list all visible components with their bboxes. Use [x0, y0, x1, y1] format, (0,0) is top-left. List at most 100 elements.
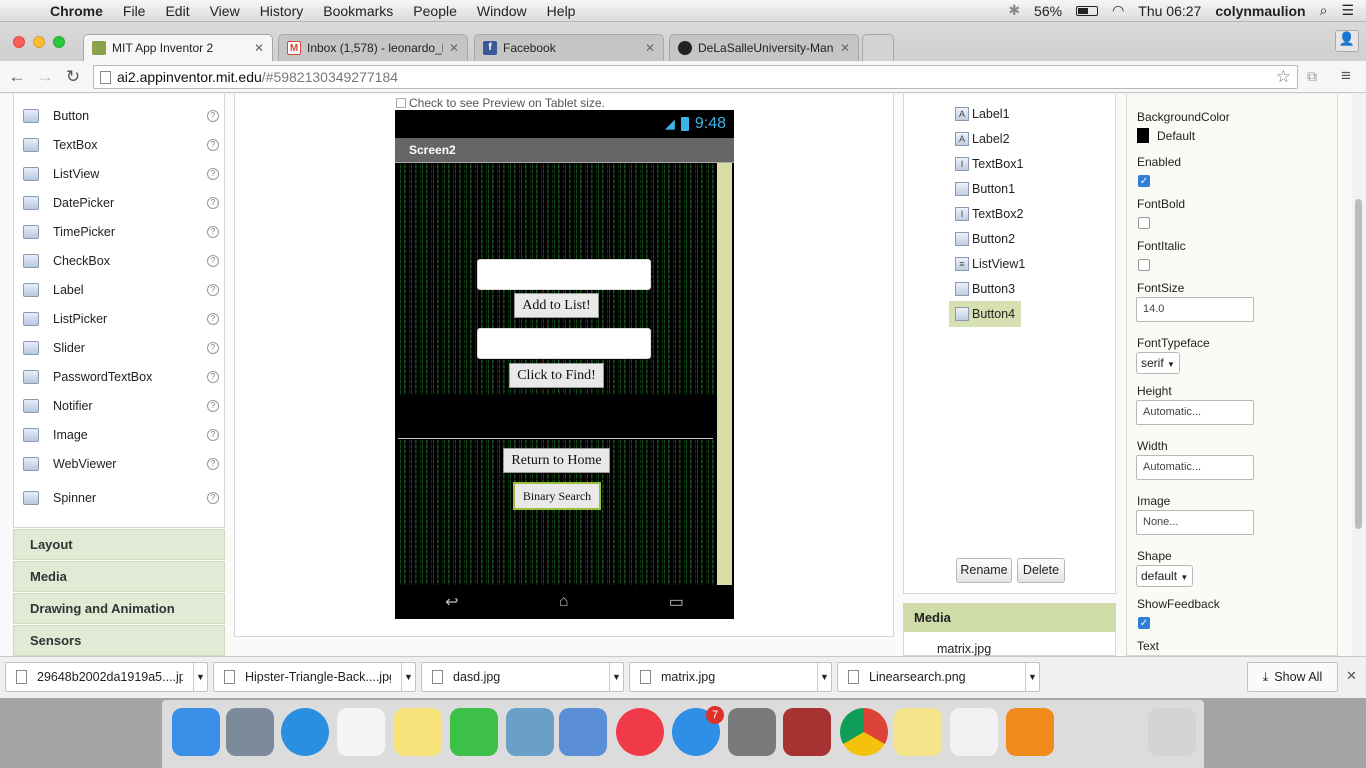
menu-file[interactable]: File: [113, 3, 156, 19]
bluetooth-icon[interactable]: ✱: [1008, 2, 1020, 19]
component-button4[interactable]: Button4: [949, 301, 1022, 327]
minimize-window-button[interactable]: [33, 36, 45, 48]
palette-item-notifier[interactable]: Notifier?: [13, 391, 225, 420]
menu-view[interactable]: View: [200, 3, 250, 19]
close-tab-icon[interactable]: ✕: [840, 41, 850, 55]
prop-enabled-checkbox[interactable]: ✓: [1138, 175, 1150, 187]
prop-fontbold-checkbox[interactable]: [1138, 217, 1150, 229]
chevron-down-icon[interactable]: ▼: [609, 663, 623, 691]
button2-click-to-find[interactable]: Click to Find!: [509, 363, 604, 388]
menu-bookmarks[interactable]: Bookmarks: [313, 3, 403, 19]
forward-icon[interactable]: →: [34, 66, 56, 88]
bookmark-star-icon[interactable]: ☆: [1276, 67, 1291, 87]
close-window-button[interactable]: [13, 36, 25, 48]
download-item[interactable]: Linearsearch.png ▼: [837, 662, 1040, 692]
palette-item-passwordtextbox[interactable]: PasswordTextBox?: [13, 362, 225, 391]
textedit-icon[interactable]: [950, 708, 998, 756]
chrome-icon[interactable]: [840, 708, 888, 756]
component-label1[interactable]: A Label1: [955, 103, 1010, 125]
help-icon[interactable]: ?: [207, 312, 219, 325]
palette-category-sensors[interactable]: Sensors: [13, 625, 225, 656]
spotlight-icon[interactable]: ⌕: [1320, 2, 1328, 19]
prop-typeface-select[interactable]: serif ▼: [1136, 352, 1180, 374]
help-icon[interactable]: ?: [207, 491, 219, 504]
battery-icon[interactable]: [1076, 5, 1099, 16]
tab-github[interactable]: DeLaSalleUniversity-Manila ✕: [669, 34, 859, 61]
close-shelf-icon[interactable]: ✕: [1346, 668, 1357, 684]
downloads-stack-icon[interactable]: [1090, 708, 1138, 756]
close-tab-icon[interactable]: ✕: [645, 41, 655, 55]
palette-item-image[interactable]: Image?: [13, 420, 225, 449]
prop-fontsize-input[interactable]: 14.0: [1136, 297, 1254, 322]
palette-category-media[interactable]: Media: [13, 561, 225, 592]
prop-feedback-checkbox[interactable]: ✓: [1138, 617, 1150, 629]
chevron-down-icon[interactable]: ▼: [193, 663, 207, 691]
help-icon[interactable]: ?: [207, 254, 219, 267]
chevron-down-icon[interactable]: ▼: [401, 663, 415, 691]
component-label2[interactable]: A Label2: [955, 128, 1010, 150]
rename-button[interactable]: Rename: [956, 558, 1012, 583]
battery-percent[interactable]: 56%: [1034, 3, 1062, 19]
screen-scrollbar[interactable]: [717, 163, 732, 585]
prop-fontitalic-checkbox[interactable]: [1138, 259, 1150, 271]
help-icon[interactable]: ?: [207, 457, 219, 470]
component-listview1[interactable]: ≡ ListView1: [955, 253, 1025, 275]
component-button1[interactable]: Button1: [955, 178, 1015, 200]
close-tab-icon[interactable]: ✕: [449, 41, 459, 55]
textbox2[interactable]: [477, 328, 651, 359]
component-textbox1[interactable]: I TextBox1: [955, 153, 1023, 175]
palette-item-listview[interactable]: ListView?: [13, 159, 225, 188]
palette-item-timepicker[interactable]: TimePicker?: [13, 217, 225, 246]
system-preferences-icon[interactable]: [728, 708, 776, 756]
tab-app-inventor[interactable]: MIT App Inventor 2 ✕: [83, 34, 273, 61]
launchpad-icon[interactable]: [226, 708, 274, 756]
prop-shape-select[interactable]: default ▼: [1136, 565, 1194, 587]
keynote-icon[interactable]: [559, 708, 607, 756]
download-item[interactable]: matrix.jpg ▼: [629, 662, 832, 692]
back-icon[interactable]: ←: [6, 66, 28, 88]
prop-height-input[interactable]: Automatic...: [1136, 400, 1254, 425]
help-icon[interactable]: ?: [207, 370, 219, 383]
notification-center-icon[interactable]: ☰: [1341, 2, 1354, 19]
prop-image-input[interactable]: None...: [1136, 510, 1254, 535]
notes-icon[interactable]: [394, 708, 442, 756]
help-icon[interactable]: ?: [207, 138, 219, 151]
chrome-menu-icon[interactable]: ≡: [1341, 66, 1351, 86]
page-scrollbar[interactable]: [1352, 94, 1366, 656]
delete-button[interactable]: Delete: [1017, 558, 1065, 583]
palette-item-button[interactable]: Button?: [13, 101, 225, 130]
tab-gmail[interactable]: M Inbox (1,578) - leonardo_la ✕: [278, 34, 468, 61]
textbox1[interactable]: [477, 259, 651, 290]
vlc-icon[interactable]: [1006, 708, 1054, 756]
menu-window[interactable]: Window: [467, 3, 537, 19]
palette-item-spinner[interactable]: Spinner?: [13, 483, 225, 512]
component-button3[interactable]: Button3: [955, 278, 1015, 300]
menu-edit[interactable]: Edit: [155, 3, 199, 19]
finder-icon[interactable]: [172, 708, 220, 756]
new-tab-button[interactable]: [862, 34, 894, 61]
menu-people[interactable]: People: [403, 3, 467, 19]
prop-width-input[interactable]: Automatic...: [1136, 455, 1254, 480]
empty-listview[interactable]: [397, 395, 717, 440]
palette-item-slider[interactable]: Slider?: [13, 333, 225, 362]
button4-binary-search[interactable]: Binary Search: [513, 482, 601, 510]
help-icon[interactable]: ?: [207, 225, 219, 238]
iphoto-icon[interactable]: [506, 708, 554, 756]
button1-add-to-list[interactable]: Add to List!: [514, 293, 599, 318]
stickies-icon[interactable]: [894, 708, 942, 756]
help-icon[interactable]: ?: [207, 399, 219, 412]
chevron-down-icon[interactable]: ▼: [1025, 663, 1039, 691]
component-textbox2[interactable]: I TextBox2: [955, 203, 1023, 225]
help-icon[interactable]: ?: [207, 109, 219, 122]
palette-item-listpicker[interactable]: ListPicker?: [13, 304, 225, 333]
android-home-icon[interactable]: ⌂: [559, 593, 569, 611]
extension-icon[interactable]: ⧉: [1307, 68, 1317, 85]
profile-icon[interactable]: 👤: [1335, 30, 1359, 52]
palette-item-label[interactable]: Label?: [13, 275, 225, 304]
menu-app-name[interactable]: Chrome: [40, 3, 113, 19]
itunes-icon[interactable]: [616, 708, 664, 756]
help-icon[interactable]: ?: [207, 341, 219, 354]
palette-item-textbox[interactable]: TextBox?: [13, 130, 225, 159]
dictionary-icon[interactable]: [783, 708, 831, 756]
download-item[interactable]: dasd.jpg ▼: [421, 662, 624, 692]
